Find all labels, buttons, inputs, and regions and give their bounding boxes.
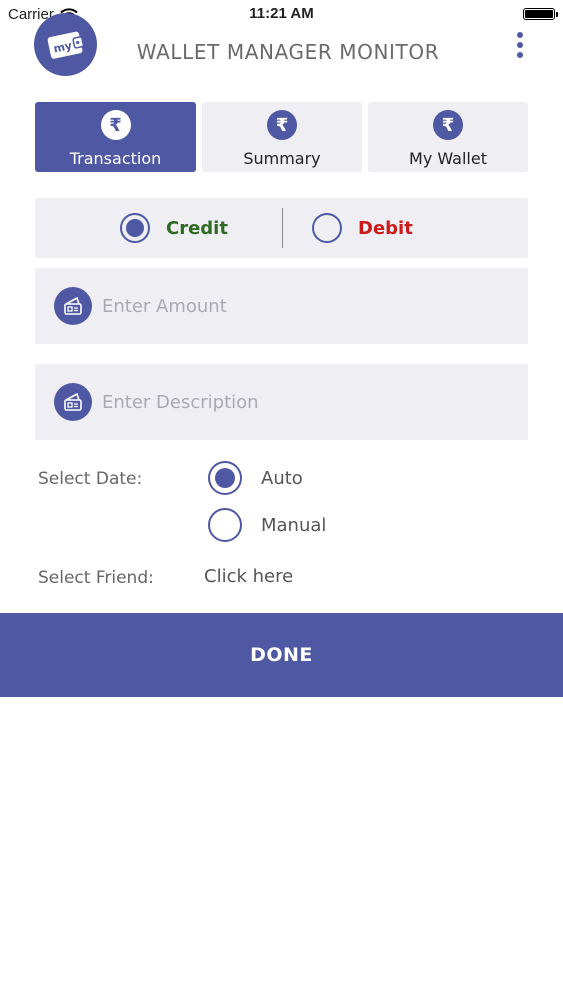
transaction-type-selector: Credit Debit — [35, 198, 528, 258]
wallet-logo-icon: my — [47, 31, 84, 59]
debit-label: Debit — [358, 217, 413, 239]
tab-transaction[interactable]: ₹ Transaction — [35, 102, 196, 172]
date-manual-label: Manual — [261, 514, 327, 536]
radio-selected-dot — [126, 219, 144, 237]
description-input[interactable] — [100, 390, 504, 414]
menu-dot — [517, 42, 523, 48]
rupee-icon: ₹ — [433, 110, 463, 140]
date-auto-label: Auto — [261, 467, 303, 489]
wallet-card-icon — [54, 383, 92, 421]
tab-my-wallet[interactable]: ₹ My Wallet — [368, 102, 528, 172]
date-auto-option[interactable]: Auto — [208, 461, 303, 495]
radio-selected-dot — [215, 468, 235, 488]
select-friend-label: Select Friend: — [38, 568, 154, 588]
credit-label: Credit — [166, 217, 228, 239]
more-options-button[interactable] — [506, 28, 534, 62]
credit-radio[interactable] — [120, 213, 150, 243]
date-auto-radio[interactable] — [208, 461, 242, 495]
wallet-card-icon — [54, 287, 92, 325]
debit-radio[interactable] — [312, 213, 342, 243]
menu-dot — [517, 52, 523, 58]
amount-field-container — [35, 268, 528, 344]
debit-option[interactable]: Debit — [312, 213, 413, 243]
credit-option[interactable]: Credit — [120, 213, 228, 243]
rupee-icon: ₹ — [267, 110, 297, 140]
select-date-label: Select Date: — [38, 469, 143, 489]
tab-label: My Wallet — [409, 149, 487, 168]
amount-input[interactable] — [100, 294, 504, 318]
rupee-icon: ₹ — [100, 110, 131, 140]
done-button[interactable]: DONE — [0, 613, 563, 697]
select-friend-link[interactable]: Click here — [204, 566, 293, 587]
battery-icon — [523, 8, 558, 20]
tab-label: Summary — [243, 149, 321, 168]
date-manual-radio[interactable] — [208, 508, 242, 542]
app-logo: my — [34, 13, 97, 76]
description-field-container — [35, 364, 528, 440]
more-vertical-icon — [517, 32, 523, 38]
battery-level — [525, 10, 553, 18]
date-manual-option[interactable]: Manual — [208, 508, 326, 542]
divider — [282, 208, 283, 248]
tab-label: Transaction — [69, 149, 162, 168]
page-title: WALLET MANAGER MONITOR — [136, 40, 440, 64]
tab-summary[interactable]: ₹ Summary — [202, 102, 362, 172]
